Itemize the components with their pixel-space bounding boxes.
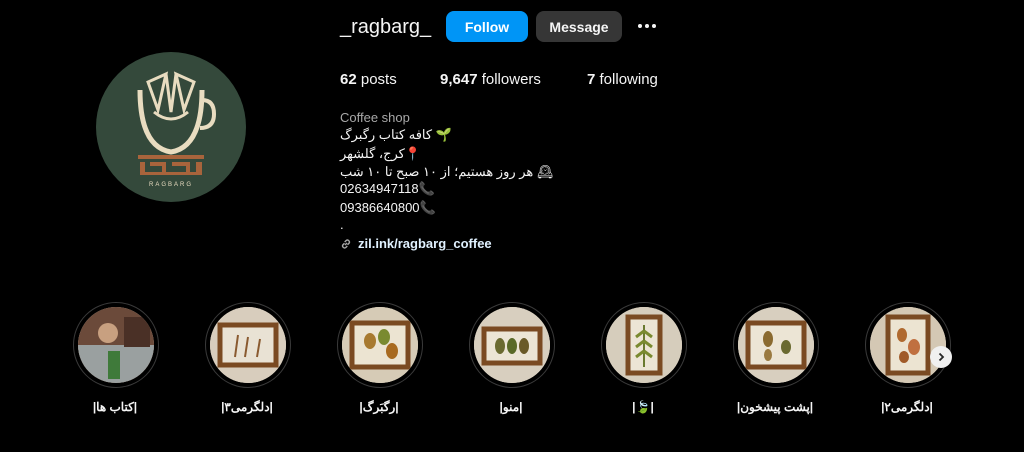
bio-link-text: zil.ink/ragbarg_coffee — [358, 236, 492, 251]
bio-phone: 02634947118📞 — [340, 181, 435, 196]
highlight-cover — [474, 307, 550, 383]
profile-username: _ragbarg_ — [340, 16, 432, 38]
highlight-menu[interactable] — [469, 302, 555, 388]
highlight-cover — [870, 307, 946, 383]
highlight-label: |پشت پیشخون| — [736, 400, 814, 414]
follow-button[interactable]: Follow — [446, 11, 528, 42]
logo-wordmark: RAGBARG — [149, 182, 193, 188]
highlight-label: |دلگرمی۲| — [881, 400, 933, 414]
highlight-label: |منو| — [499, 400, 523, 414]
ragbarg-logo-icon: RAGBARG — [137, 71, 217, 188]
followers-count: 9,647 — [440, 71, 478, 88]
followers-stat[interactable]: 9,647 followers — [440, 71, 541, 88]
highlight-delgarmi3[interactable] — [205, 302, 291, 388]
bio-line: 🌱 کافه کتاب رگبرگ — [340, 127, 452, 142]
bio-line: 🕰 هر روز هستیم؛ از ۱۰ صبح تا ۱۰ شب — [340, 164, 554, 179]
following-label: following — [599, 71, 658, 88]
profile-category: Coffee shop — [340, 110, 410, 125]
posts-count: 62 — [340, 71, 357, 88]
highlight-cover — [738, 307, 814, 383]
profile-avatar[interactable]: RAGBARG — [96, 52, 246, 202]
highlight-behind-counter[interactable] — [733, 302, 819, 388]
highlight-books[interactable] — [73, 302, 159, 388]
following-stat[interactable]: 7 following — [587, 71, 658, 88]
highlight-cover — [78, 307, 154, 383]
chevron-right-icon[interactable] — [930, 346, 952, 368]
highlight-label: |🍃| — [632, 400, 654, 414]
highlight-leaf[interactable] — [601, 302, 687, 388]
more-dots-icon[interactable] — [634, 14, 660, 38]
posts-label: posts — [360, 71, 397, 88]
highlight-cover — [342, 307, 418, 383]
bio-phone: 09386640800📞 — [340, 200, 436, 215]
highlight-cover — [606, 307, 682, 383]
link-icon — [341, 238, 351, 249]
highlight-delgarmi2[interactable] — [865, 302, 951, 388]
highlight-cover — [210, 307, 286, 383]
message-button[interactable]: Message — [536, 11, 622, 42]
bio-link[interactable]: zil.ink/ragbarg_coffee — [340, 236, 492, 251]
highlight-label: |کتاب ها| — [92, 400, 138, 414]
bio-line: 📍کرج، گلشهر — [340, 146, 422, 161]
followers-label: followers — [481, 71, 541, 88]
bio-line: . — [340, 217, 344, 232]
following-count: 7 — [587, 71, 596, 88]
posts-stat: 62 posts — [340, 71, 397, 88]
highlight-label: |رگبَرگ| — [359, 400, 399, 414]
highlight-ragbarg[interactable] — [337, 302, 423, 388]
highlight-label: |دلگرمی۳| — [221, 400, 273, 414]
